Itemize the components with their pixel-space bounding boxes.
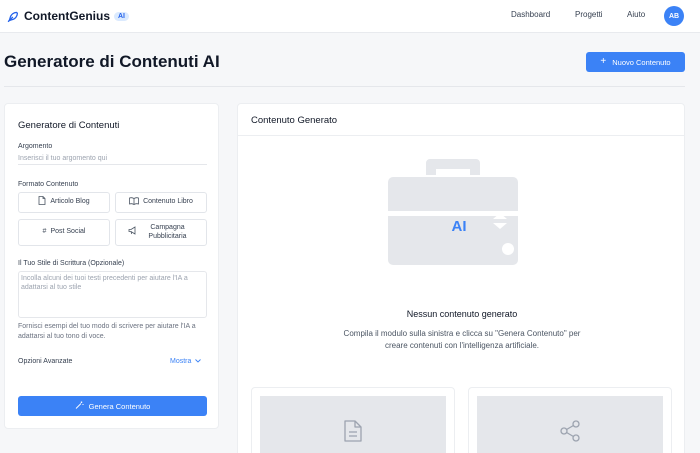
- new-content-label: Nuovo Contenuto: [612, 57, 671, 67]
- share-preview-image: [477, 396, 663, 453]
- style-textarea[interactable]: Incolla alcuni dei tuoi testi precedenti…: [18, 271, 207, 318]
- generated-content-panel: Contenuto Generato AI Nessun contenuto g…: [237, 103, 685, 453]
- page-title: Generatore di Contenuti AI: [4, 52, 220, 71]
- nav-progetti[interactable]: Progetti: [575, 10, 603, 19]
- form-title: Generatore di Contenuti: [18, 120, 120, 131]
- ai-briefcase-illustration: AI: [388, 159, 518, 265]
- advanced-options-toggle[interactable]: Mostra: [170, 358, 202, 365]
- style-help-text: Fornisci esempi del tuo modo di scrivere…: [18, 323, 196, 340]
- share-icon: [560, 420, 580, 442]
- app-name: ContentGenius: [24, 9, 110, 23]
- app-logo[interactable]: ContentGenius AI: [6, 8, 129, 24]
- empty-state-description: Compila il modulo sulla sinistra e clicc…: [343, 329, 581, 351]
- generate-content-button[interactable]: Genera Contenuto: [18, 396, 207, 416]
- topic-label: Argomento: [18, 143, 53, 150]
- generator-form-panel: Generatore di Contenuti Argomento Inseri…: [4, 103, 219, 429]
- format-book-content-button[interactable]: Contenuto Libro: [115, 192, 207, 213]
- document-icon: [38, 196, 46, 208]
- advanced-toggle-label: Mostra: [170, 358, 192, 365]
- document-preview-card[interactable]: [251, 387, 455, 453]
- generate-content-label: Genera Contenuto: [88, 401, 151, 411]
- format-ad-label: Campagna Pubblicitaria: [148, 224, 187, 240]
- ai-hero-label: AI: [452, 218, 467, 235]
- document-preview-image: [260, 396, 446, 453]
- style-label: Il Tuo Stile di Scrittura (Opzionale): [18, 260, 125, 267]
- book-icon: [129, 197, 139, 208]
- hashtag-icon: #: [42, 228, 47, 236]
- format-social-label: Post Social: [50, 228, 86, 236]
- chevron-down-icon: [195, 359, 202, 363]
- format-blog-article-button[interactable]: Articolo Blog: [18, 192, 110, 213]
- feather-pen-icon: [7, 11, 19, 22]
- topic-input[interactable]: Inserisci il tuo argomento qui: [18, 155, 207, 165]
- output-panel-header: Contenuto Generato: [238, 104, 684, 136]
- output-title: Contenuto Generato: [251, 115, 338, 126]
- nav-dashboard[interactable]: Dashboard: [511, 10, 550, 19]
- empty-state-title: Nessun contenuto generato: [406, 309, 518, 319]
- format-ad-campaign-button[interactable]: Campagna Pubblicitaria: [115, 219, 207, 246]
- file-text-icon: [344, 420, 362, 442]
- megaphone-icon: [128, 226, 137, 238]
- advanced-options-label: Opzioni Avanzate: [18, 358, 73, 365]
- nav-aiuto[interactable]: Aiuto: [627, 10, 645, 19]
- share-preview-card[interactable]: [468, 387, 672, 453]
- format-social-post-button[interactable]: # Post Social: [18, 219, 110, 246]
- magic-wand-icon: [75, 401, 84, 411]
- ai-badge: AI: [114, 11, 129, 21]
- plus-icon: +: [600, 56, 607, 67]
- new-content-button[interactable]: + Nuovo Contenuto: [586, 52, 685, 72]
- user-avatar[interactable]: AB: [664, 6, 684, 26]
- header-divider: [4, 86, 685, 87]
- top-navbar: ContentGenius AI Dashboard Progetti Aiut…: [0, 0, 700, 33]
- format-blog-label: Articolo Blog: [50, 198, 90, 206]
- format-label: Formato Contenuto: [18, 181, 79, 188]
- format-book-label: Contenuto Libro: [143, 198, 193, 206]
